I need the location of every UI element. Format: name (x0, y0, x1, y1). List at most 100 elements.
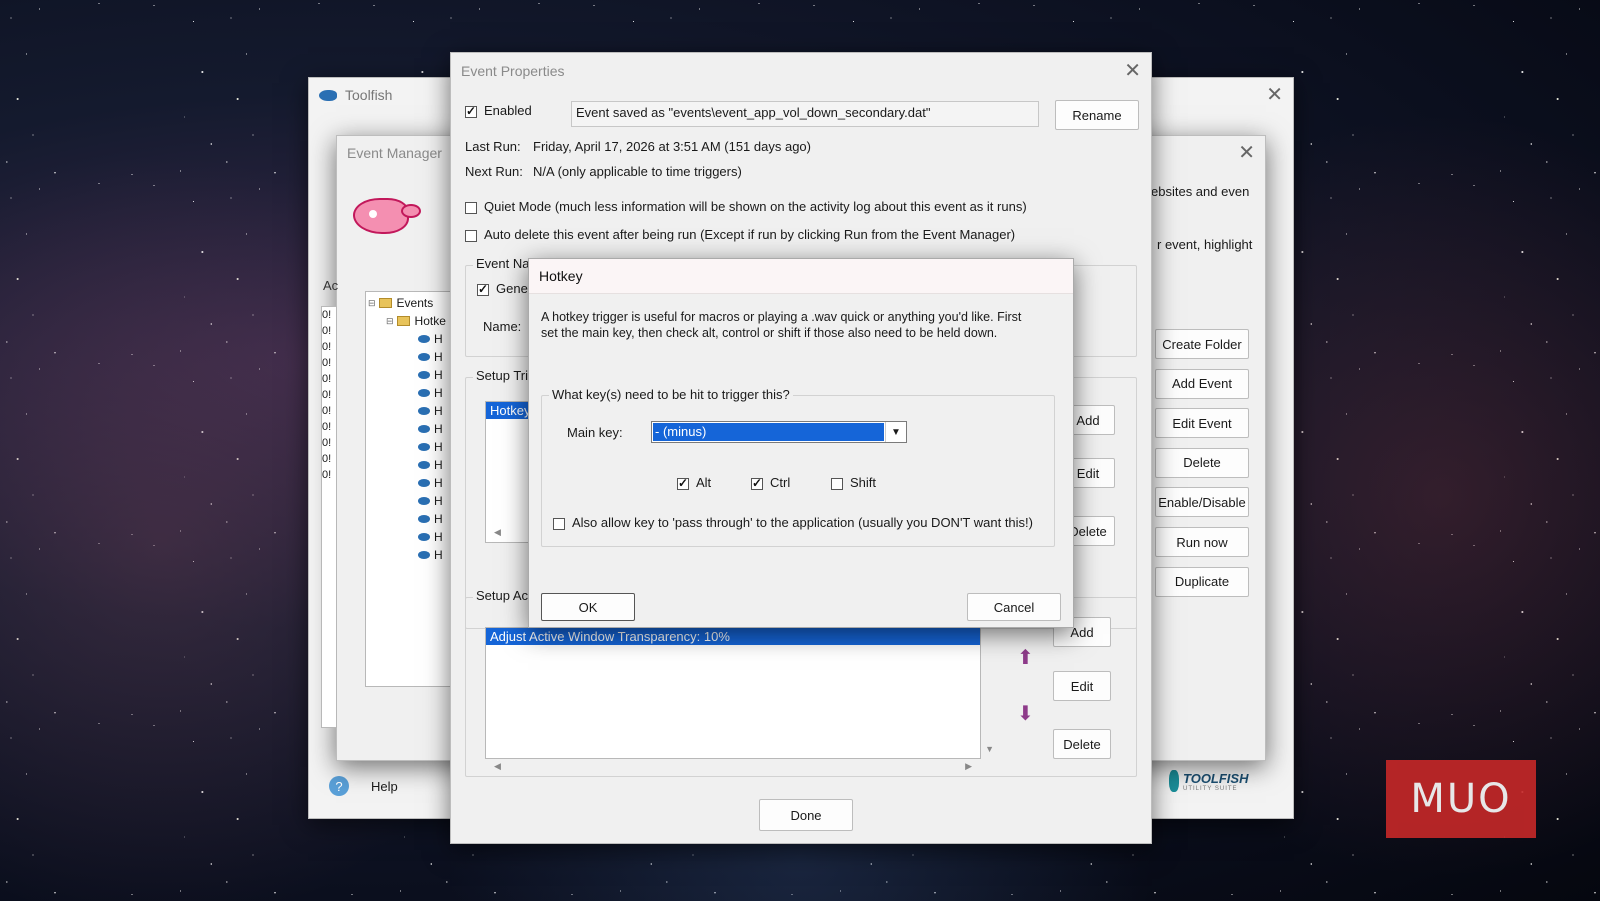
action-item[interactable]: Adjust Active Window Transparency: 10% (486, 628, 980, 645)
generate-name-label: Gene (496, 281, 528, 296)
log-row[interactable]: 0! (322, 307, 336, 323)
trigger-item-label: Hotkey (490, 403, 531, 418)
add-event-button[interactable]: Add Event (1155, 368, 1249, 399)
fish-event-icon (418, 515, 430, 523)
tree-event-item[interactable]: H (366, 330, 456, 348)
log-row[interactable]: 0! (322, 371, 336, 387)
scroll-left-icon[interactable]: ◀ (494, 527, 501, 538)
scroll-right-icon[interactable]: ▶ (965, 761, 972, 772)
run-now-button[interactable]: Run now (1155, 527, 1249, 557)
tree-folder-hotkeys[interactable]: ⊟ Hotke (366, 312, 456, 330)
done-button[interactable]: Done (759, 799, 853, 831)
tree-event-item[interactable]: H (366, 474, 456, 492)
close-icon[interactable]: ✕ (1266, 85, 1283, 105)
auto-delete-checkbox[interactable] (465, 229, 477, 242)
tree-event-item[interactable]: H (366, 456, 456, 474)
name-label: Name: (483, 319, 522, 334)
quiet-mode-row[interactable]: Quiet Mode (much less information will b… (465, 199, 1027, 214)
passthrough-row[interactable]: Also allow key to 'pass through' to the … (553, 515, 1033, 530)
tree-event-label: H (434, 530, 443, 544)
log-row[interactable]: 0! (322, 403, 336, 419)
auto-delete-label: Auto delete this event after being run (… (484, 227, 1016, 242)
folder-icon (378, 298, 392, 308)
action-edit-button[interactable]: Edit (1053, 671, 1111, 701)
shift-row[interactable]: Shift (831, 475, 876, 490)
move-down-arrow-icon[interactable]: ⬇ (1017, 701, 1034, 726)
log-row[interactable]: 0! (322, 451, 336, 467)
event-properties-title: Event Properties (461, 63, 565, 79)
tree-root-events[interactable]: ⊟ Events (366, 294, 456, 312)
cancel-button[interactable]: Cancel (967, 593, 1061, 621)
log-row[interactable]: 0! (322, 435, 336, 451)
edit-event-button[interactable]: Edit Event (1155, 408, 1249, 439)
help-link[interactable]: Help (371, 779, 398, 794)
log-row[interactable]: 0! (322, 419, 336, 435)
activity-log-list[interactable]: 0! 0! 0! 0! 0! 0! 0! 0! 0! 0! 0! (321, 306, 337, 728)
generate-name-checkbox[interactable] (477, 282, 489, 296)
generate-name-row[interactable]: Gene (477, 281, 528, 296)
help-icon[interactable]: ? (329, 776, 349, 796)
log-row[interactable]: 0! (322, 387, 336, 403)
tree-event-label: H (434, 494, 443, 508)
close-icon[interactable]: ✕ (1124, 61, 1141, 81)
enabled-checkbox-row[interactable]: Enabled (465, 103, 532, 118)
tree-event-label: H (434, 440, 443, 454)
ctrl-checkbox[interactable] (751, 476, 763, 490)
enable-disable-button[interactable]: Enable/Disable (1155, 487, 1249, 518)
log-row[interactable]: 0! (322, 467, 336, 483)
main-key-select[interactable]: - (minus) ▼ (651, 421, 907, 443)
tree-event-item[interactable]: H (366, 366, 456, 384)
rename-button[interactable]: Rename (1055, 100, 1139, 130)
scroll-down-icon[interactable]: ▼ (985, 744, 994, 754)
scroll-left-icon[interactable]: ◀ (494, 761, 501, 772)
ctrl-row[interactable]: Ctrl (751, 475, 790, 490)
move-up-arrow-icon[interactable]: ⬆ (1017, 645, 1034, 670)
quiet-mode-label: Quiet Mode (much less information will b… (484, 199, 1027, 214)
tree-event-item[interactable]: H (366, 528, 456, 546)
log-row[interactable]: 0! (322, 323, 336, 339)
toolfish-fish-icon (319, 89, 337, 101)
fish-event-icon (418, 443, 430, 451)
ok-button[interactable]: OK (541, 593, 635, 621)
tree-event-item[interactable]: H (366, 384, 456, 402)
activity-label: Ac (323, 278, 339, 293)
enabled-checkbox[interactable] (465, 104, 477, 118)
auto-delete-row[interactable]: Auto delete this event after being run (… (465, 227, 1015, 242)
last-run-label: Last Run: (465, 139, 521, 154)
tree-folder-label: Hotke (414, 314, 446, 328)
fish-event-icon (418, 353, 430, 361)
tree-event-item[interactable]: H (366, 420, 456, 438)
hotkey-titlebar: Hotkey (529, 259, 1073, 294)
tree-event-item[interactable]: H (366, 438, 456, 456)
event-manager-title: Event Manager (347, 145, 442, 161)
create-folder-button[interactable]: Create Folder (1155, 329, 1249, 359)
delete-event-button[interactable]: Delete (1155, 447, 1249, 478)
duplicate-button[interactable]: Duplicate (1155, 566, 1249, 597)
enabled-label: Enabled (484, 103, 532, 118)
muo-watermark: MUO (1386, 760, 1536, 838)
alt-checkbox[interactable] (677, 476, 689, 490)
action-delete-button[interactable]: Delete (1053, 729, 1111, 759)
log-row[interactable]: 0! (322, 355, 336, 371)
alt-row[interactable]: Alt (677, 475, 711, 490)
last-run-value: Friday, April 17, 2026 at 3:51 AM (151 d… (533, 139, 811, 154)
passthrough-checkbox[interactable] (553, 517, 565, 530)
tree-event-item[interactable]: H (366, 510, 456, 528)
tree-event-item[interactable]: H (366, 546, 456, 564)
chevron-down-icon[interactable]: ▼ (885, 422, 906, 442)
passthrough-label: Also allow key to 'pass through' to the … (572, 515, 1033, 530)
trigger-item-hotkey[interactable]: Hotkey (486, 402, 534, 419)
events-tree[interactable]: ⊟ Events ⊟ Hotke HHHHHHHHHHHHH (365, 291, 457, 687)
log-row[interactable]: 0! (322, 339, 336, 355)
whale-mascot-icon (353, 198, 421, 234)
ctrl-label: Ctrl (770, 475, 791, 490)
shift-checkbox[interactable] (831, 477, 843, 490)
close-icon[interactable]: ✕ (1238, 143, 1255, 163)
tree-event-item[interactable]: H (366, 348, 456, 366)
tree-event-item[interactable]: H (366, 402, 456, 420)
actions-list[interactable]: Adjust Active Window Transparency: 10% ◀… (485, 627, 994, 771)
next-run-label: Next Run: (465, 164, 523, 179)
tree-event-item[interactable]: H (366, 492, 456, 510)
quiet-mode-checkbox[interactable] (465, 201, 477, 214)
right-text-2: r event, highlight (1157, 237, 1253, 252)
